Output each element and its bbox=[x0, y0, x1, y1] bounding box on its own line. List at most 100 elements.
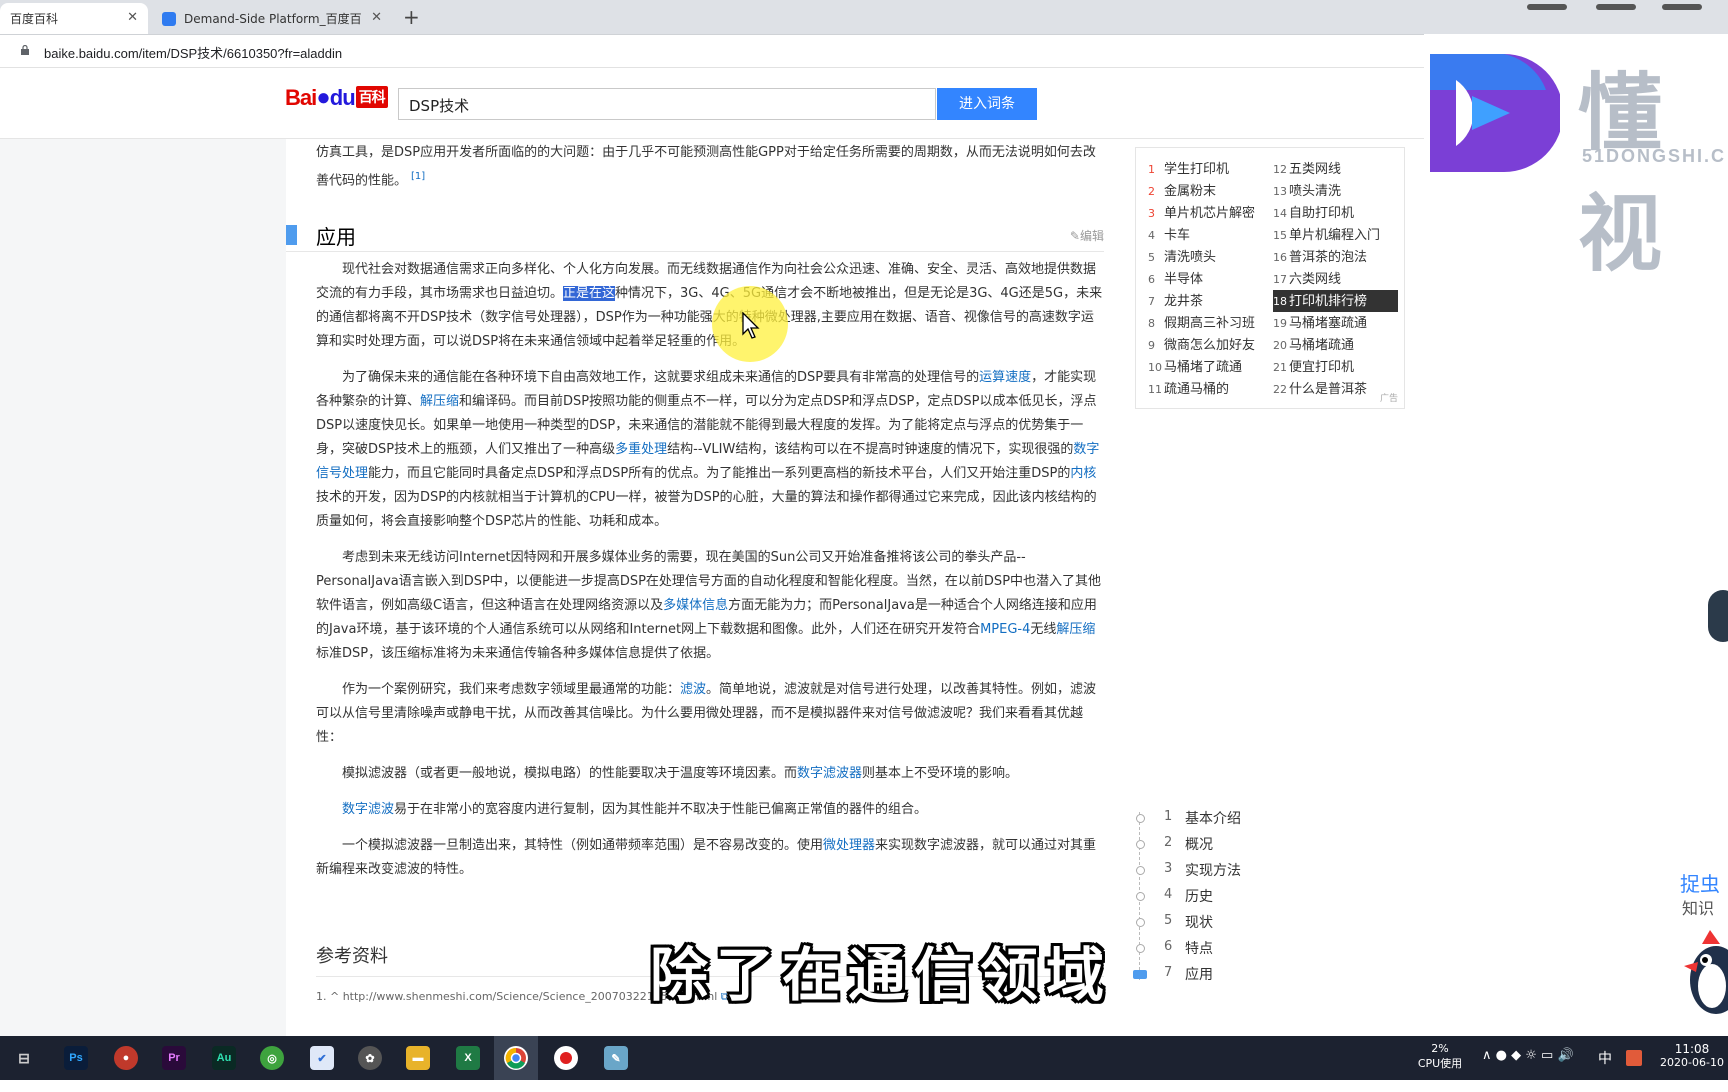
hot-list-label: 自助打印机 bbox=[1289, 206, 1355, 221]
hot-list-rank: 13 bbox=[1273, 185, 1287, 198]
baidu-baike-logo[interactable]: Bai●du 百科 bbox=[285, 84, 388, 112]
folder-icon[interactable]: ▬ bbox=[406, 1046, 430, 1070]
hot-list-rank: 4 bbox=[1148, 229, 1155, 242]
hot-list-rank: 8 bbox=[1148, 317, 1155, 330]
hot-list-item[interactable]: 9 微商怎么加好友 bbox=[1148, 334, 1273, 356]
tab-title: 百度百科 bbox=[10, 12, 59, 26]
term-link[interactable]: 多重处理 bbox=[615, 442, 667, 457]
window-control[interactable] bbox=[1527, 4, 1567, 10]
task-view-icon[interactable]: ⊟ bbox=[12, 1046, 36, 1070]
bug-report-title[interactable]: 捉虫 bbox=[1680, 868, 1720, 897]
hot-list-rank: 11 bbox=[1148, 383, 1162, 396]
catalog-item[interactable]: 4 历史 bbox=[1130, 884, 1330, 910]
catalog-number: 5 bbox=[1164, 913, 1173, 928]
paragraph: 现代社会对数据通信需求正向多样化、个人化方向发展。而无线数据通信作为向社会公众迅… bbox=[316, 262, 1103, 349]
hot-list-item[interactable]: 20 马桶堵疏通 bbox=[1273, 334, 1398, 356]
hot-list-label: 疏通马桶的 bbox=[1164, 382, 1230, 397]
hot-list-rank: 9 bbox=[1148, 339, 1155, 352]
baike-header: Bai●du 百科 DSP技术 进入词条 bbox=[0, 68, 1424, 139]
catalog-dot-icon bbox=[1136, 892, 1145, 901]
app-icon[interactable]: ◎ bbox=[260, 1046, 284, 1070]
hot-list-label: 半导体 bbox=[1164, 272, 1204, 287]
window-control[interactable] bbox=[1662, 4, 1702, 10]
ref-link[interactable]: [1] bbox=[411, 171, 425, 182]
hot-list-item[interactable]: 19 马桶堵塞疏通 bbox=[1273, 312, 1398, 334]
article-paragraphs: 现代社会对数据通信需求正向多样化、个人化方向发展。而无线数据通信作为向社会公众迅… bbox=[316, 258, 1104, 894]
catalog-item[interactable]: 3 实现方法 bbox=[1130, 858, 1330, 884]
hot-list-item[interactable]: 14 自助打印机 bbox=[1273, 202, 1398, 224]
clock[interactable]: 11:08 2020-06-10 bbox=[1656, 1036, 1728, 1080]
hot-list-item[interactable]: 13 喷头清洗 bbox=[1273, 180, 1398, 202]
photoshop-icon[interactable]: Ps bbox=[64, 1046, 88, 1070]
edit-button[interactable]: ✎编辑 bbox=[1070, 227, 1104, 244]
tab-dsp[interactable]: Demand-Side Platform_百度百 ✕ bbox=[152, 3, 392, 34]
term-link[interactable]: 微处理器 bbox=[823, 838, 875, 853]
term-link[interactable]: 内核 bbox=[1070, 466, 1096, 481]
audition-icon[interactable]: Au bbox=[212, 1046, 236, 1070]
hot-list-label: 打印机排行榜 bbox=[1289, 294, 1368, 309]
catalog-item[interactable]: 5 现状 bbox=[1130, 910, 1330, 936]
term-link[interactable]: MPEG-4 bbox=[980, 622, 1030, 637]
hot-list-label: 卡车 bbox=[1164, 228, 1191, 243]
app-icon[interactable]: ✿ bbox=[358, 1046, 382, 1070]
floating-widget[interactable] bbox=[1708, 590, 1728, 642]
app-icon[interactable]: ● bbox=[114, 1046, 138, 1070]
catalog-item[interactable]: 2 概况 bbox=[1130, 832, 1330, 858]
hot-list-item[interactable]: 17 六类网线 bbox=[1273, 268, 1398, 290]
hot-list-item[interactable]: 5 清洗喷头 bbox=[1148, 246, 1273, 268]
hot-list-item[interactable]: 16 普洱茶的泡法 bbox=[1273, 246, 1398, 268]
hot-list-label: 六类网线 bbox=[1289, 272, 1342, 287]
app-icon[interactable]: ✎ bbox=[604, 1046, 628, 1070]
hot-list-item[interactable]: 4 卡车 bbox=[1148, 224, 1273, 246]
hot-list-item[interactable]: 21 便宜打印机 bbox=[1273, 356, 1398, 378]
section-marker bbox=[286, 225, 297, 245]
catalog-item[interactable]: 6 特点 bbox=[1130, 936, 1330, 962]
hot-list-item[interactable]: 15 单片机编程入门 bbox=[1273, 224, 1398, 246]
url-text[interactable]: baike.baidu.com/item/DSP技术/6610350?fr=al… bbox=[44, 43, 342, 62]
search-input[interactable]: DSP技术 bbox=[398, 88, 936, 120]
cpu-usage: 2% CPU使用 bbox=[1417, 1042, 1463, 1070]
term-link[interactable]: 数字滤波 bbox=[342, 802, 394, 817]
catalog-item[interactable]: 7 应用 bbox=[1130, 962, 1330, 988]
close-icon[interactable]: ✕ bbox=[371, 10, 382, 25]
ime-indicator[interactable]: 中 bbox=[1598, 1048, 1612, 1068]
excel-icon[interactable]: X bbox=[456, 1046, 480, 1070]
term-link[interactable]: 多媒体信息 bbox=[663, 598, 728, 613]
window-control[interactable] bbox=[1596, 4, 1636, 10]
close-icon[interactable]: ✕ bbox=[127, 10, 138, 25]
record-icon[interactable] bbox=[554, 1046, 578, 1070]
app-icon[interactable]: ✔ bbox=[310, 1046, 334, 1070]
hot-list-rank: 6 bbox=[1148, 273, 1155, 286]
term-link[interactable]: 运算速度 bbox=[979, 370, 1031, 385]
ime-icon[interactable] bbox=[1626, 1050, 1642, 1066]
catalog-dot-icon bbox=[1136, 840, 1145, 849]
hot-list-rank: 22 bbox=[1273, 383, 1287, 396]
term-link[interactable]: 数字滤波器 bbox=[797, 766, 862, 781]
catalog-dot-icon bbox=[1136, 814, 1145, 823]
hot-list-item[interactable]: 11 疏通马桶的 bbox=[1148, 378, 1273, 400]
hot-list-item[interactable]: 2 金属粉末 bbox=[1148, 180, 1273, 202]
watermark-url: 51DONGSHI.C bbox=[1582, 146, 1727, 166]
hot-list-item[interactable]: 8 假期高三补习班 bbox=[1148, 312, 1273, 334]
new-tab-button[interactable]: + bbox=[403, 5, 420, 29]
hot-list-item[interactable]: 6 半导体 bbox=[1148, 268, 1273, 290]
enter-entry-button[interactable]: 进入词条 bbox=[937, 88, 1037, 120]
tab-baike[interactable]: 百度百科 ✕ bbox=[0, 3, 148, 34]
hot-list-item[interactable]: 10 马桶堵了疏通 bbox=[1148, 356, 1273, 378]
hot-list-rank: 10 bbox=[1148, 361, 1162, 374]
chrome-icon[interactable] bbox=[504, 1046, 528, 1070]
hot-list-item[interactable]: 18 打印机排行榜 bbox=[1273, 290, 1398, 312]
catalog-item[interactable]: 1 基本介绍 bbox=[1130, 806, 1330, 832]
hot-list-rank: 2 bbox=[1148, 185, 1155, 198]
hot-list-label: 学生打印机 bbox=[1164, 162, 1230, 177]
hot-list-item[interactable]: 1 学生打印机 bbox=[1148, 158, 1273, 180]
hot-list-rank: 18 bbox=[1273, 295, 1287, 308]
tray-icons[interactable]: ∧ ● ◆ ☼ ▭ 🔊 bbox=[1482, 1048, 1574, 1092]
term-link[interactable]: 滤波 bbox=[680, 682, 706, 697]
hot-list-item[interactable]: 3 单片机芯片解密 bbox=[1148, 202, 1273, 224]
hot-list-item[interactable]: 7 龙井茶 bbox=[1148, 290, 1273, 312]
term-link[interactable]: 解压缩 bbox=[1056, 622, 1095, 637]
hot-list-item[interactable]: 12 五类网线 bbox=[1273, 158, 1398, 180]
premiere-icon[interactable]: Pr bbox=[162, 1046, 186, 1070]
term-link[interactable]: 解压缩 bbox=[420, 394, 459, 409]
